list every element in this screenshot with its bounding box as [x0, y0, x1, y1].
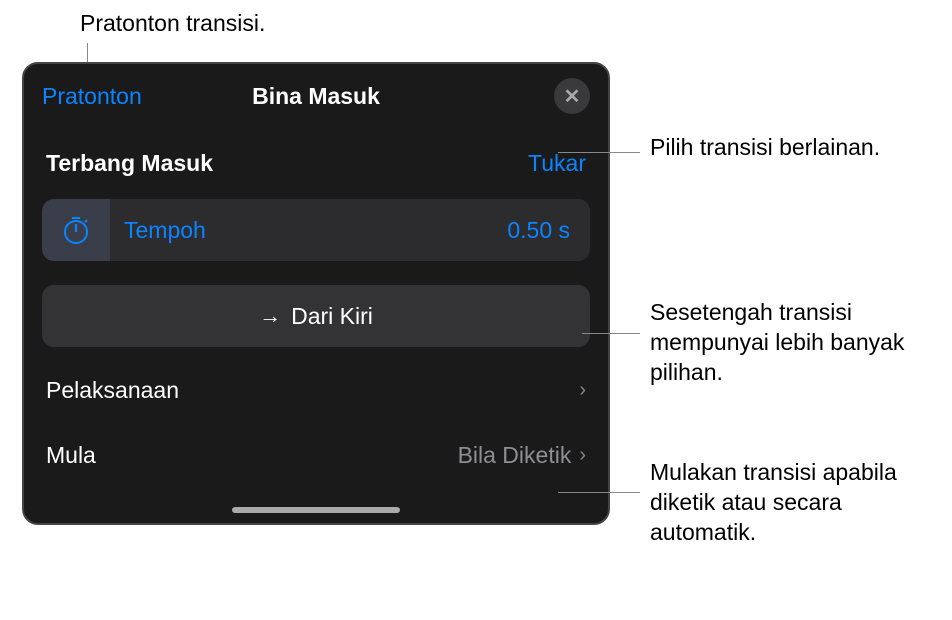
callout-direction-label: Sesetengah transisi mempunyai lebih bany… — [650, 298, 952, 388]
callout-start-label: Mulakan transisi apabila diketik atau se… — [650, 458, 952, 548]
callout-preview-label: Pratonton transisi. — [80, 10, 265, 37]
start-value: Bila Diketik — [458, 442, 572, 469]
duration-label: Tempoh — [124, 217, 507, 244]
start-row[interactable]: Mula Bila Diketik › — [24, 424, 608, 469]
chevron-right-icon: › — [579, 444, 586, 467]
panel-title: Bina Masuk — [252, 83, 380, 110]
callout-line — [558, 492, 640, 493]
duration-icon-wrap — [42, 199, 110, 261]
arrow-right-icon: → — [259, 303, 281, 329]
direction-label: Dari Kiri — [291, 303, 373, 330]
execution-row[interactable]: Pelaksanaan › — [24, 347, 608, 424]
home-indicator — [232, 507, 400, 513]
execution-label: Pelaksanaan — [46, 377, 179, 404]
preview-button[interactable]: Pratonton — [42, 83, 142, 110]
direction-button[interactable]: → Dari Kiri — [42, 285, 590, 347]
chevron-right-icon: › — [579, 379, 586, 402]
callout-line — [582, 333, 640, 334]
start-label: Mula — [46, 442, 96, 469]
change-button[interactable]: Tukar — [528, 150, 586, 177]
effect-name-label: Terbang Masuk — [46, 150, 213, 177]
duration-control[interactable]: Tempoh 0.50 s — [42, 199, 590, 261]
close-icon: ✕ — [564, 84, 581, 109]
close-button[interactable]: ✕ — [554, 78, 590, 114]
callout-line — [558, 152, 640, 153]
start-value-wrap: Bila Diketik › — [458, 442, 586, 469]
build-in-panel: Pratonton Bina Masuk ✕ Terbang Masuk Tuk… — [22, 62, 610, 525]
duration-value: 0.50 s — [507, 217, 570, 244]
callout-change-label: Pilih transisi berlainan. — [650, 133, 880, 163]
panel-header: Pratonton Bina Masuk ✕ — [24, 64, 608, 122]
timer-icon — [60, 214, 92, 246]
effect-row: Terbang Masuk Tukar — [24, 122, 608, 195]
